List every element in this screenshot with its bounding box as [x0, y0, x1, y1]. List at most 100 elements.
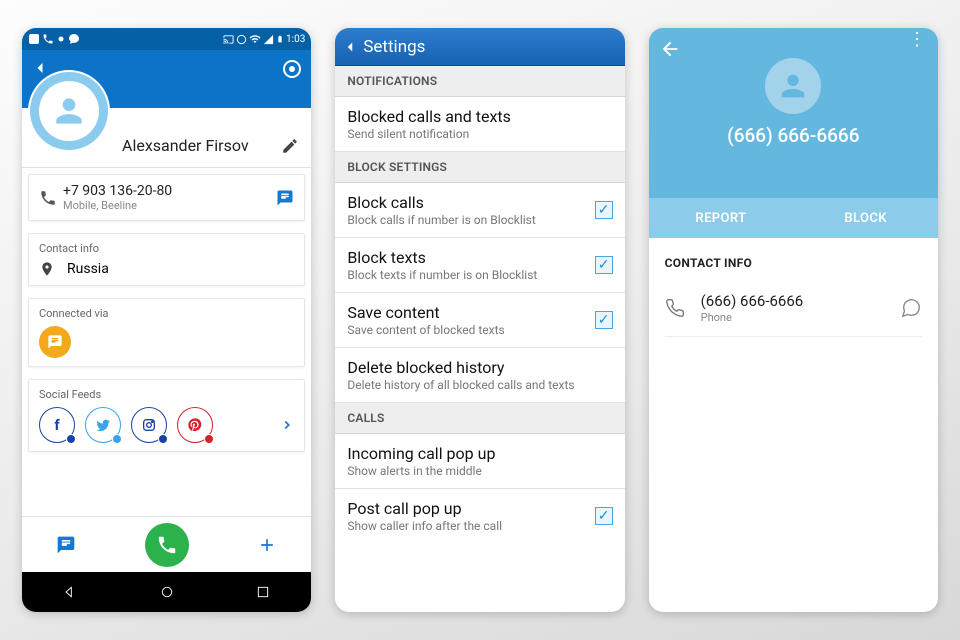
contact-name-row: Alexsander Firsov: [22, 108, 311, 168]
row-sub: Phone: [701, 311, 804, 324]
message-button[interactable]: [900, 297, 922, 319]
item-sub: Block texts if number is on Blocklist: [347, 268, 537, 282]
avatar[interactable]: [28, 70, 110, 152]
chevron-left-icon: [341, 38, 359, 56]
item-post-call-popup[interactable]: Post call pop up Show caller info after …: [335, 489, 624, 543]
checkbox-checked[interactable]: ✓: [595, 311, 613, 329]
item-title: Post call pop up: [347, 499, 502, 518]
tab-report[interactable]: REPORT: [649, 198, 794, 238]
chevron-right-icon: [280, 418, 294, 432]
phone-number-card[interactable]: +7 903 136-20-80 Mobile, Beeline: [28, 174, 305, 221]
bottom-action-bar: [22, 516, 311, 572]
app-icon: [28, 33, 40, 45]
battery-icon: [276, 33, 284, 45]
status-right-icons: 1:03: [223, 33, 305, 45]
contact-body: CONTACT INFO (666) 666-6666 Phone: [649, 238, 938, 355]
phone-2-settings: Settings NOTIFICATIONS Blocked calls and…: [335, 28, 624, 612]
bottom-add-button[interactable]: [257, 535, 277, 555]
pin-icon: [39, 261, 55, 277]
item-sub: Delete history of all blocked calls and …: [347, 378, 574, 392]
chat-icon: [47, 334, 63, 350]
message-icon: [56, 535, 76, 555]
settings-title: Settings: [363, 37, 425, 57]
caller-header: ⋮ (666) 666-6666: [649, 28, 938, 198]
item-sub: Save content of blocked texts: [347, 323, 504, 337]
item-block-calls[interactable]: Block calls Block calls if number is on …: [335, 183, 624, 238]
item-title: Incoming call pop up: [347, 444, 495, 463]
item-sub: Show alerts in the middle: [347, 464, 495, 478]
item-title: Save content: [347, 303, 504, 322]
cast-icon: [223, 34, 234, 45]
section-calls: CALLS: [335, 403, 624, 434]
circle-outline-icon: [236, 34, 247, 45]
connected-via-label: Connected via: [39, 307, 294, 320]
contact-name: Alexsander Firsov: [122, 136, 249, 167]
edit-button[interactable]: [281, 137, 299, 155]
item-title: Blocked calls and texts: [347, 107, 511, 126]
contact-info-label: Contact info: [39, 242, 294, 255]
overflow-menu-button[interactable]: ⋮: [908, 38, 926, 42]
facebook-icon[interactable]: f: [39, 407, 75, 443]
item-title: Block texts: [347, 248, 537, 267]
pencil-icon: [281, 137, 299, 155]
item-blocked-calls-texts[interactable]: Blocked calls and texts Send silent noti…: [335, 97, 624, 152]
instagram-icon[interactable]: [131, 407, 167, 443]
section-block-settings: BLOCK SETTINGS: [335, 152, 624, 183]
connected-app-icon[interactable]: [39, 326, 71, 358]
connected-via-card: Connected via: [28, 298, 305, 367]
header-action-icon[interactable]: [283, 60, 301, 78]
checkbox-checked[interactable]: ✓: [595, 507, 613, 525]
checkbox-checked[interactable]: ✓: [595, 201, 613, 219]
item-sub: Show caller info after the call: [347, 519, 502, 533]
social-feeds-label: Social Feeds: [39, 388, 294, 401]
person-icon: [50, 92, 88, 130]
message-button[interactable]: [276, 189, 294, 207]
status-left-icons: [28, 33, 80, 45]
arrow-left-icon: [659, 38, 681, 60]
checkbox-checked[interactable]: ✓: [595, 256, 613, 274]
settings-header: Settings: [335, 28, 624, 66]
bottom-message-button[interactable]: [56, 535, 76, 555]
contact-info-card: Contact info Russia: [28, 233, 305, 286]
section-notifications: NOTIFICATIONS: [335, 66, 624, 97]
avatar: [765, 58, 821, 114]
phone-3-caller-info: ⋮ (666) 666-6666 REPORT BLOCK CONTACT IN…: [649, 28, 938, 612]
social-expand-button[interactable]: [280, 418, 294, 432]
twitter-icon[interactable]: [85, 407, 121, 443]
dot-icon: [56, 34, 66, 44]
tab-block[interactable]: BLOCK: [793, 198, 938, 238]
item-block-texts[interactable]: Block texts Block texts if number is on …: [335, 238, 624, 293]
item-delete-history[interactable]: Delete blocked history Delete history of…: [335, 348, 624, 403]
status-time: 1:03: [286, 34, 305, 45]
item-sub: Send silent notification: [347, 127, 511, 141]
nav-home-icon[interactable]: [159, 584, 175, 600]
pinterest-icon[interactable]: [177, 407, 213, 443]
plus-icon: [257, 535, 277, 555]
phone-number-sub: Mobile, Beeline: [63, 199, 276, 212]
item-save-content[interactable]: Save content Save content of blocked tex…: [335, 293, 624, 348]
location-row[interactable]: Russia: [39, 261, 294, 277]
item-title: Block calls: [347, 193, 535, 212]
signal-icon: [263, 34, 274, 45]
phone-row[interactable]: (666) 666-6666 Phone: [665, 292, 922, 337]
nav-back-icon[interactable]: [62, 584, 78, 600]
chat-outline-icon: [900, 297, 922, 319]
back-button[interactable]: [341, 38, 359, 56]
phone-icon: [156, 534, 178, 556]
phone-1-contact-detail: 1:03 Alexsander Firsov +7 903 136-20-80 …: [22, 28, 311, 612]
android-nav-bar: [22, 572, 311, 612]
call-button[interactable]: [145, 523, 189, 567]
phone-outline-icon: [665, 298, 685, 318]
android-statusbar: 1:03: [22, 28, 311, 50]
phone-icon: [39, 189, 57, 207]
header-number: (666) 666-6666: [727, 124, 859, 147]
back-button[interactable]: [659, 38, 681, 60]
nav-recents-icon[interactable]: [255, 584, 271, 600]
item-sub: Block calls if number is on Blocklist: [347, 213, 535, 227]
location-text: Russia: [67, 261, 109, 277]
item-title: Delete blocked history: [347, 358, 574, 377]
wifi-icon: [249, 33, 261, 45]
message-icon: [276, 189, 294, 207]
item-incoming-popup[interactable]: Incoming call pop up Show alerts in the …: [335, 434, 624, 489]
person-icon: [776, 69, 810, 103]
